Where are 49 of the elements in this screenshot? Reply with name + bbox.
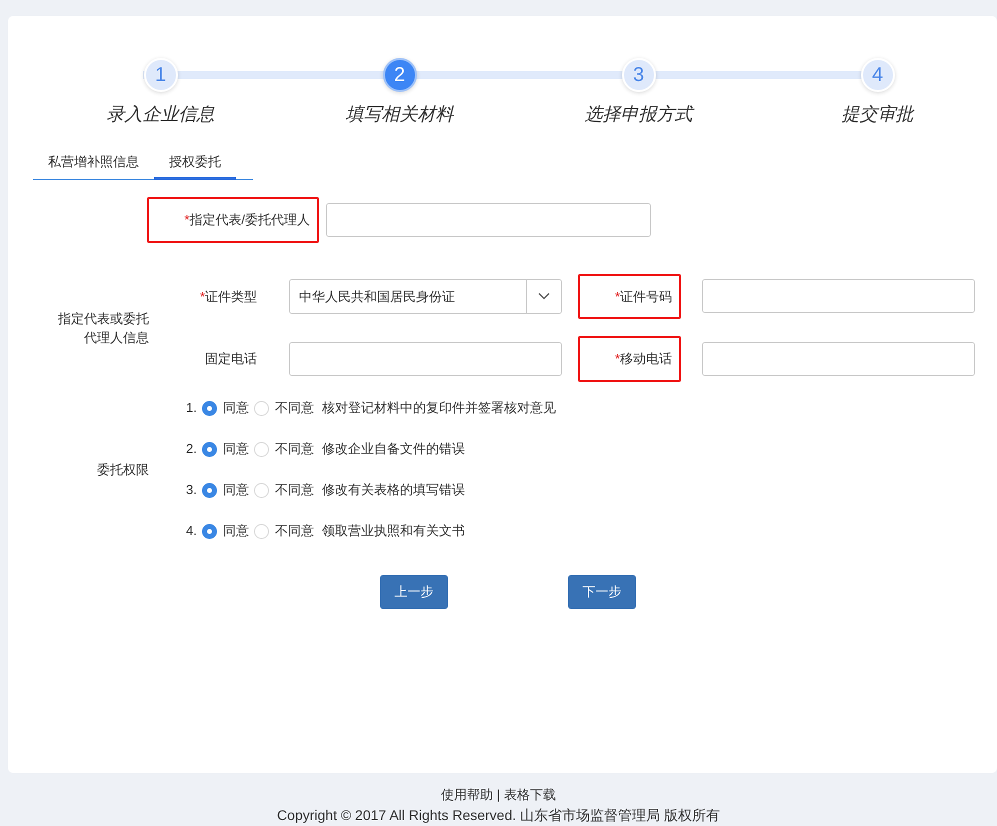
radio-label: 不同意	[274, 522, 314, 540]
field-label: *指定代表/委托代理人	[147, 197, 319, 242]
input-field[interactable]	[326, 202, 651, 237]
radio-button[interactable]	[202, 442, 217, 456]
section-label: 指定代表或委托代理人信息	[57, 310, 149, 346]
radio-label: 同意	[222, 440, 249, 458]
radio-button[interactable]	[202, 482, 217, 498]
field-label: *证件号码	[578, 274, 681, 319]
separator: |	[496, 786, 500, 804]
footer-link[interactable]: 表格下载	[504, 785, 556, 805]
radio-button[interactable]	[254, 400, 269, 416]
step-label: 提交审批	[842, 103, 914, 126]
footer-link[interactable]: 使用帮助	[440, 785, 493, 805]
item-number: 1.	[186, 399, 197, 418]
field-label: 固定电话	[204, 350, 258, 368]
radio-label: 不同意	[274, 481, 314, 500]
radio-label: 同意	[222, 522, 249, 540]
radio-label: 不同意	[274, 440, 314, 458]
step-label: 录入企业信息	[106, 103, 214, 126]
permission-text: 修改企业自备文件的错误	[322, 440, 465, 458]
radio-button[interactable]	[202, 400, 217, 416]
id-type-select[interactable]: 中华人民共和国居民身份证	[289, 278, 562, 314]
field-label: *证件类型	[198, 288, 258, 306]
input-field[interactable]	[289, 342, 562, 376]
radio-button[interactable]	[254, 524, 269, 538]
chevron-down-icon	[538, 292, 550, 300]
permission-text: 核对登记材料中的复印件并签署核对意见	[322, 399, 556, 418]
tab[interactable]: 私营增补照信息	[33, 146, 154, 180]
radio-button[interactable]	[254, 482, 269, 498]
copyright-text: Copyright © 2017 All Rights Reserved. 山东省市场监督管理局 版权所有	[277, 806, 720, 825]
permission-text: 修改有关表格的填写错误	[322, 481, 465, 500]
tab[interactable]: 授权委托	[154, 146, 236, 180]
step-label: 填写相关材料	[346, 103, 454, 126]
step-label: 选择申报方式	[584, 103, 692, 126]
step-button[interactable]: 下一步	[568, 574, 636, 608]
step-button[interactable]: 上一步	[380, 574, 448, 608]
item-number: 2.	[186, 440, 197, 458]
item-number: 4.	[186, 522, 197, 540]
item-number: 3.	[186, 481, 197, 500]
input-field[interactable]	[702, 342, 975, 376]
radio-label: 不同意	[274, 399, 314, 418]
radio-label: 同意	[222, 399, 249, 418]
field-label: *移动电话	[578, 336, 681, 382]
radio-button[interactable]	[254, 442, 269, 456]
radio-label: 同意	[222, 481, 249, 500]
permission-text: 领取营业执照和有关文书	[322, 522, 465, 540]
input-field[interactable]	[702, 279, 975, 314]
section-label: 委托权限	[97, 460, 149, 479]
radio-button[interactable]	[202, 524, 217, 538]
